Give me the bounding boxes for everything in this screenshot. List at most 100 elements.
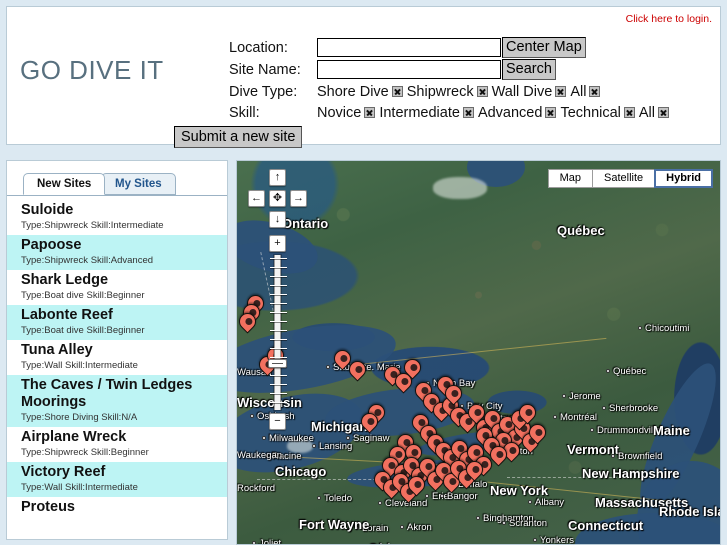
- city-dot-icon: [317, 496, 321, 500]
- submit-new-site-button[interactable]: Submit a new site: [174, 126, 303, 148]
- city-dot-icon: [355, 526, 359, 530]
- dive-type-option-label: All: [570, 83, 587, 100]
- site-name[interactable]: Shark Ledge: [21, 272, 227, 289]
- site-name[interactable]: Suloide: [21, 202, 227, 219]
- site-name[interactable]: Labonte Reef: [21, 307, 227, 324]
- list-item[interactable]: Proteus: [7, 497, 227, 519]
- location-label: Location:: [229, 39, 288, 56]
- map-type-satellite-button[interactable]: Satellite: [592, 169, 656, 188]
- skill-option[interactable]: All: [638, 104, 670, 121]
- dive-type-option-label: Shipwreck: [406, 83, 474, 100]
- site-name[interactable]: Tuna Alley: [21, 342, 227, 359]
- dive-type-option[interactable]: Shore Dive: [317, 84, 403, 100]
- list-item[interactable]: Papoose Type:Shipwreck Skill:Advanced: [7, 235, 227, 270]
- city-dot-icon: [502, 521, 506, 525]
- atlantic-ocean-south: [575, 513, 720, 544]
- site-name[interactable]: The Caves / Twin Ledges Moorings: [21, 377, 227, 411]
- site-logo: GO DIVE IT: [20, 55, 164, 85]
- site-name-input[interactable]: [317, 60, 501, 79]
- city-dot-icon: [265, 454, 269, 458]
- list-item[interactable]: Labonte Reef Type:Boat dive Skill:Beginne…: [7, 305, 227, 340]
- dive-type-options: Shore Dive Shipwreck Wall Dive All: [317, 83, 604, 101]
- skill-option-label: All: [638, 104, 656, 121]
- city-dot-icon: [638, 326, 642, 330]
- state-border: [507, 477, 617, 478]
- skill-option[interactable]: Novice: [317, 104, 376, 121]
- city-dot-icon: [533, 538, 537, 542]
- skill-label: Skill:: [229, 104, 260, 121]
- city-dot-icon: [378, 501, 382, 505]
- location-row: Location: Center Map: [229, 37, 673, 58]
- zoom-out-icon[interactable]: −: [269, 413, 286, 430]
- skill-option[interactable]: Intermediate: [379, 105, 474, 121]
- zoom-in-icon[interactable]: +: [269, 235, 286, 252]
- pan-center-icon[interactable]: ✥: [269, 190, 286, 207]
- site-meta: Type:Shore Diving Skill:N/A: [21, 412, 138, 423]
- zoom-tick: [270, 393, 287, 394]
- pan-left-icon[interactable]: ←: [248, 190, 265, 207]
- skill-option-label: Intermediate: [379, 104, 460, 121]
- skill-row: Skill: Novice Intermediate Advanced Technic…: [229, 102, 673, 123]
- site-name-label: Site Name:: [229, 61, 301, 78]
- site-name[interactable]: Papoose: [21, 237, 227, 254]
- city-dot-icon: [400, 525, 404, 529]
- sidebar-panel: New Sites My Sites Suloide Type:Shipwreck …: [6, 160, 228, 540]
- zoom-tick: [270, 402, 287, 403]
- pan-up-icon[interactable]: ↑: [269, 169, 286, 186]
- skill-option[interactable]: Technical: [560, 105, 635, 121]
- dive-type-option[interactable]: Wall Dive: [492, 84, 567, 100]
- dive-type-checkbox[interactable]: [589, 86, 601, 97]
- site-name-row: Site Name: Search: [229, 59, 673, 80]
- zoom-tick: [270, 285, 287, 286]
- search-form: Location: Center Map Site Name: Search D…: [229, 37, 673, 123]
- map-satellite-imagery: [237, 161, 720, 544]
- pan-right-icon[interactable]: →: [290, 190, 307, 207]
- zoom-slider-track[interactable]: [270, 255, 287, 410]
- dive-type-checkbox[interactable]: [476, 86, 488, 97]
- map-type-hybrid-button[interactable]: Hybrid: [654, 169, 713, 188]
- site-meta: Type:Shipwreck Skill:Intermediate: [21, 220, 164, 231]
- tab-new-sites[interactable]: New Sites: [23, 173, 106, 195]
- login-link[interactable]: Click here to login.: [626, 13, 712, 25]
- list-item[interactable]: Suloide Type:Shipwreck Skill:Intermediate: [7, 200, 227, 235]
- list-item[interactable]: Shark Ledge Type:Boat dive Skill:Beginner: [7, 270, 227, 305]
- skill-option-label: Novice: [317, 104, 362, 121]
- zoom-tick: [270, 357, 287, 358]
- site-name[interactable]: Proteus: [21, 499, 227, 516]
- site-name[interactable]: Airplane Wreck: [21, 429, 227, 446]
- map-panel[interactable]: Ontario Québec Québec Chicoutimi Sault Ste. …: [236, 160, 721, 545]
- zoom-tick: [270, 303, 287, 304]
- dive-type-option[interactable]: Shipwreck: [407, 84, 488, 100]
- header-panel: Click here to login. GO DIVE IT Location…: [6, 6, 721, 148]
- list-item[interactable]: Tuna Alley Type:Wall Skill:Intermediate: [7, 340, 227, 375]
- pan-down-icon[interactable]: ↓: [269, 211, 286, 228]
- tab-my-sites[interactable]: My Sites: [101, 173, 176, 195]
- skill-checkbox[interactable]: [364, 107, 376, 118]
- zoom-tick: [270, 375, 287, 376]
- site-name[interactable]: Victory Reef: [21, 464, 227, 481]
- skill-checkbox[interactable]: [545, 107, 557, 118]
- skill-checkbox[interactable]: [623, 107, 635, 118]
- dive-type-label: Dive Type:: [229, 83, 298, 100]
- map-type-control[interactable]: Map Satellite Hybrid: [547, 169, 713, 188]
- center-map-button[interactable]: Center Map: [502, 37, 586, 58]
- sidebar-tabs: New Sites My Sites: [7, 169, 227, 196]
- city-dot-icon: [553, 415, 557, 419]
- site-meta: Type:Wall Skill:Intermediate: [21, 360, 138, 371]
- list-item[interactable]: Airplane Wreck Type:Shipwreck Skill:Begin…: [7, 427, 227, 462]
- zoom-tick: [270, 294, 287, 295]
- list-item[interactable]: Victory Reef Type:Wall Skill:Intermediate: [7, 462, 227, 497]
- dive-type-option[interactable]: All: [570, 83, 601, 100]
- skill-option-label: Advanced: [477, 104, 543, 121]
- zoom-slider-thumb[interactable]: [268, 359, 287, 368]
- list-item[interactable]: The Caves / Twin Ledges Moorings Type:Sho…: [7, 375, 227, 427]
- skill-option[interactable]: Advanced: [478, 105, 557, 121]
- location-input[interactable]: [317, 38, 501, 57]
- city-dot-icon: [562, 394, 566, 398]
- skill-checkbox[interactable]: [658, 107, 670, 118]
- dive-type-checkbox[interactable]: [555, 86, 567, 97]
- map-type-map-button[interactable]: Map: [547, 169, 594, 188]
- dive-type-checkbox[interactable]: [391, 86, 403, 97]
- search-button[interactable]: Search: [502, 59, 556, 80]
- skill-checkbox[interactable]: [462, 107, 474, 118]
